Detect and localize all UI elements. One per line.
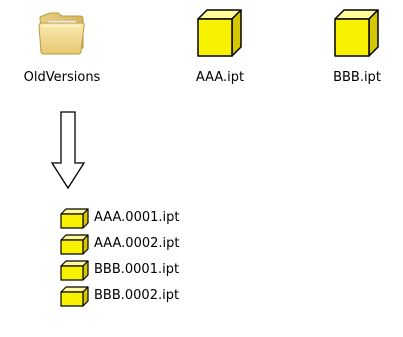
folder-oldversions[interactable]: OldVersions xyxy=(6,8,118,86)
list-item[interactable]: BBB.0002.ipt xyxy=(58,283,179,309)
folder-icon xyxy=(38,12,85,55)
list-item[interactable]: BBB.0001.ipt xyxy=(58,257,179,283)
list-item-label: BBB.0001.ipt xyxy=(94,262,180,277)
part-file-icon xyxy=(60,260,89,281)
file-aaa-ipt[interactable]: AAA.ipt xyxy=(170,8,270,86)
down-arrow-icon xyxy=(50,111,86,195)
list-item-label: AAA.0001.ipt xyxy=(94,210,180,225)
file-label: BBB.ipt xyxy=(333,70,381,85)
folder-label: OldVersions xyxy=(23,70,101,85)
part-file-icon xyxy=(334,9,379,57)
file-label: AAA.ipt xyxy=(195,70,245,85)
part-file-icon xyxy=(197,9,242,57)
part-file-icon xyxy=(60,208,89,229)
list-item-label: AAA.0002.ipt xyxy=(94,236,180,251)
list-item-label: BBB.0002.ipt xyxy=(94,288,180,303)
folder-contents-list: AAA.0001.ipt AAA.0002.ipt BBB.0001.ipt B… xyxy=(58,205,179,309)
part-file-icon xyxy=(60,286,89,307)
file-bbb-ipt[interactable]: BBB.ipt xyxy=(312,8,402,86)
part-file-icon xyxy=(60,234,89,255)
list-item[interactable]: AAA.0001.ipt xyxy=(58,205,179,231)
list-item[interactable]: AAA.0002.ipt xyxy=(58,231,179,257)
